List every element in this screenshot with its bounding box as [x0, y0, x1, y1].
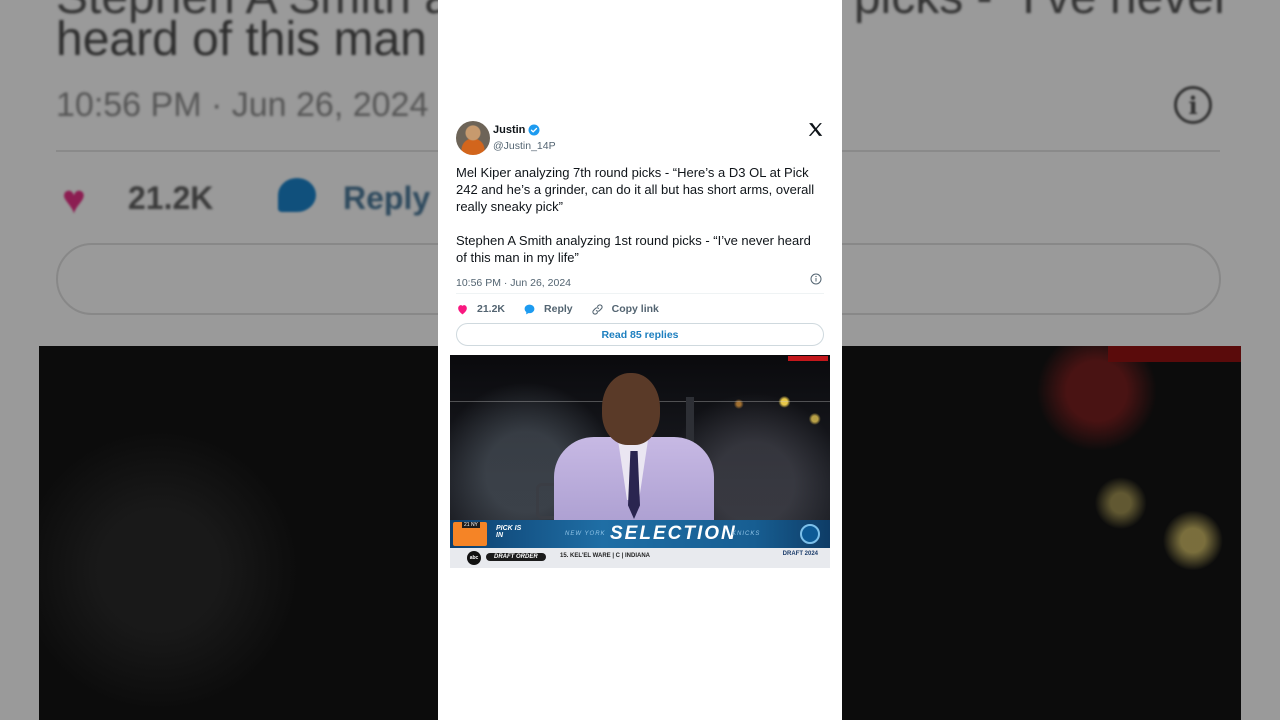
pick-is-in-label: PICK IS IN [496, 525, 522, 539]
copy-link-label: Copy link [611, 303, 659, 315]
copy-link-button[interactable]: Copy link [591, 303, 659, 316]
author-handle[interactable]: @Justin_14P [493, 140, 556, 152]
broadcast-lower-third: 21 NY PICK IS IN NEW YORK SELECTION KNIC… [450, 520, 830, 548]
reply-button[interactable]: Reply [523, 303, 573, 316]
read-replies-button[interactable]: Read 85 replies [456, 323, 824, 346]
video-thumbnail[interactable]: 21 NY PICK IS IN NEW YORK SELECTION KNIC… [450, 355, 830, 568]
like-button[interactable]: 21.2K [456, 303, 505, 316]
bg-like-count: 21.2K [128, 180, 214, 216]
ticker-pick-text: 15. KEL'EL WARE | C | INDIANA [560, 553, 651, 559]
info-icon[interactable] [810, 273, 822, 285]
tweet-actions: 21.2K Reply Copy link [456, 301, 677, 317]
x-logo-icon[interactable] [807, 121, 824, 138]
draft-badge-icon [800, 524, 820, 544]
team-name-label: KNICKS [732, 531, 761, 537]
selection-headline: SELECTION [610, 523, 737, 544]
broadcast-ticker: abc DRAFT ORDER 15. KEL'EL WARE | C | IN… [450, 548, 830, 568]
tweet-header: Justin @Justin_14P [456, 121, 824, 157]
reply-bubble-icon [524, 304, 535, 314]
reply-label: Reply [544, 303, 573, 315]
bg-red-bar [1108, 346, 1241, 362]
presenter-head [602, 373, 660, 445]
red-banner [788, 356, 828, 361]
avatar[interactable] [456, 121, 490, 155]
bg-reply-label: Reply [343, 180, 431, 216]
bg-heart-icon: ♥ [62, 178, 86, 222]
heart-icon [458, 304, 467, 314]
bg-timestamp: 10:56 PM · Jun 26, 2024 [56, 86, 429, 124]
tweet-meta: 10:56 PM · Jun 26, 2024 [456, 273, 824, 289]
tweet-card: Justin @Justin_14P Mel Kiper analyzing 7… [438, 0, 842, 720]
pick-number: 21 NY [462, 522, 480, 528]
verified-badge-icon [528, 124, 540, 136]
draft-order-label: DRAFT ORDER [486, 553, 546, 561]
tweet-timestamp[interactable]: 10:56 PM · Jun 26, 2024 [456, 277, 571, 289]
tweet-text: Mel Kiper analyzing 7th round picks - “H… [456, 164, 824, 266]
bg-reply-icon [278, 178, 316, 212]
bg-info-icon [1174, 86, 1212, 124]
author-name[interactable]: Justin [493, 124, 525, 136]
like-count: 21.2K [477, 303, 506, 315]
tweet-paragraph-1: Mel Kiper analyzing 7th round picks - “H… [456, 165, 815, 214]
tweet-divider [456, 293, 824, 294]
tweet-paragraph-2: Stephen A Smith analyzing 1st round pick… [456, 233, 811, 265]
abc-network-logo: abc [467, 551, 481, 565]
author-name-row: Justin [493, 124, 540, 136]
link-icon [592, 303, 603, 315]
team-city-label: NEW YORK [565, 531, 606, 537]
draft-2024-logo: DRAFT 2024 [782, 551, 818, 557]
